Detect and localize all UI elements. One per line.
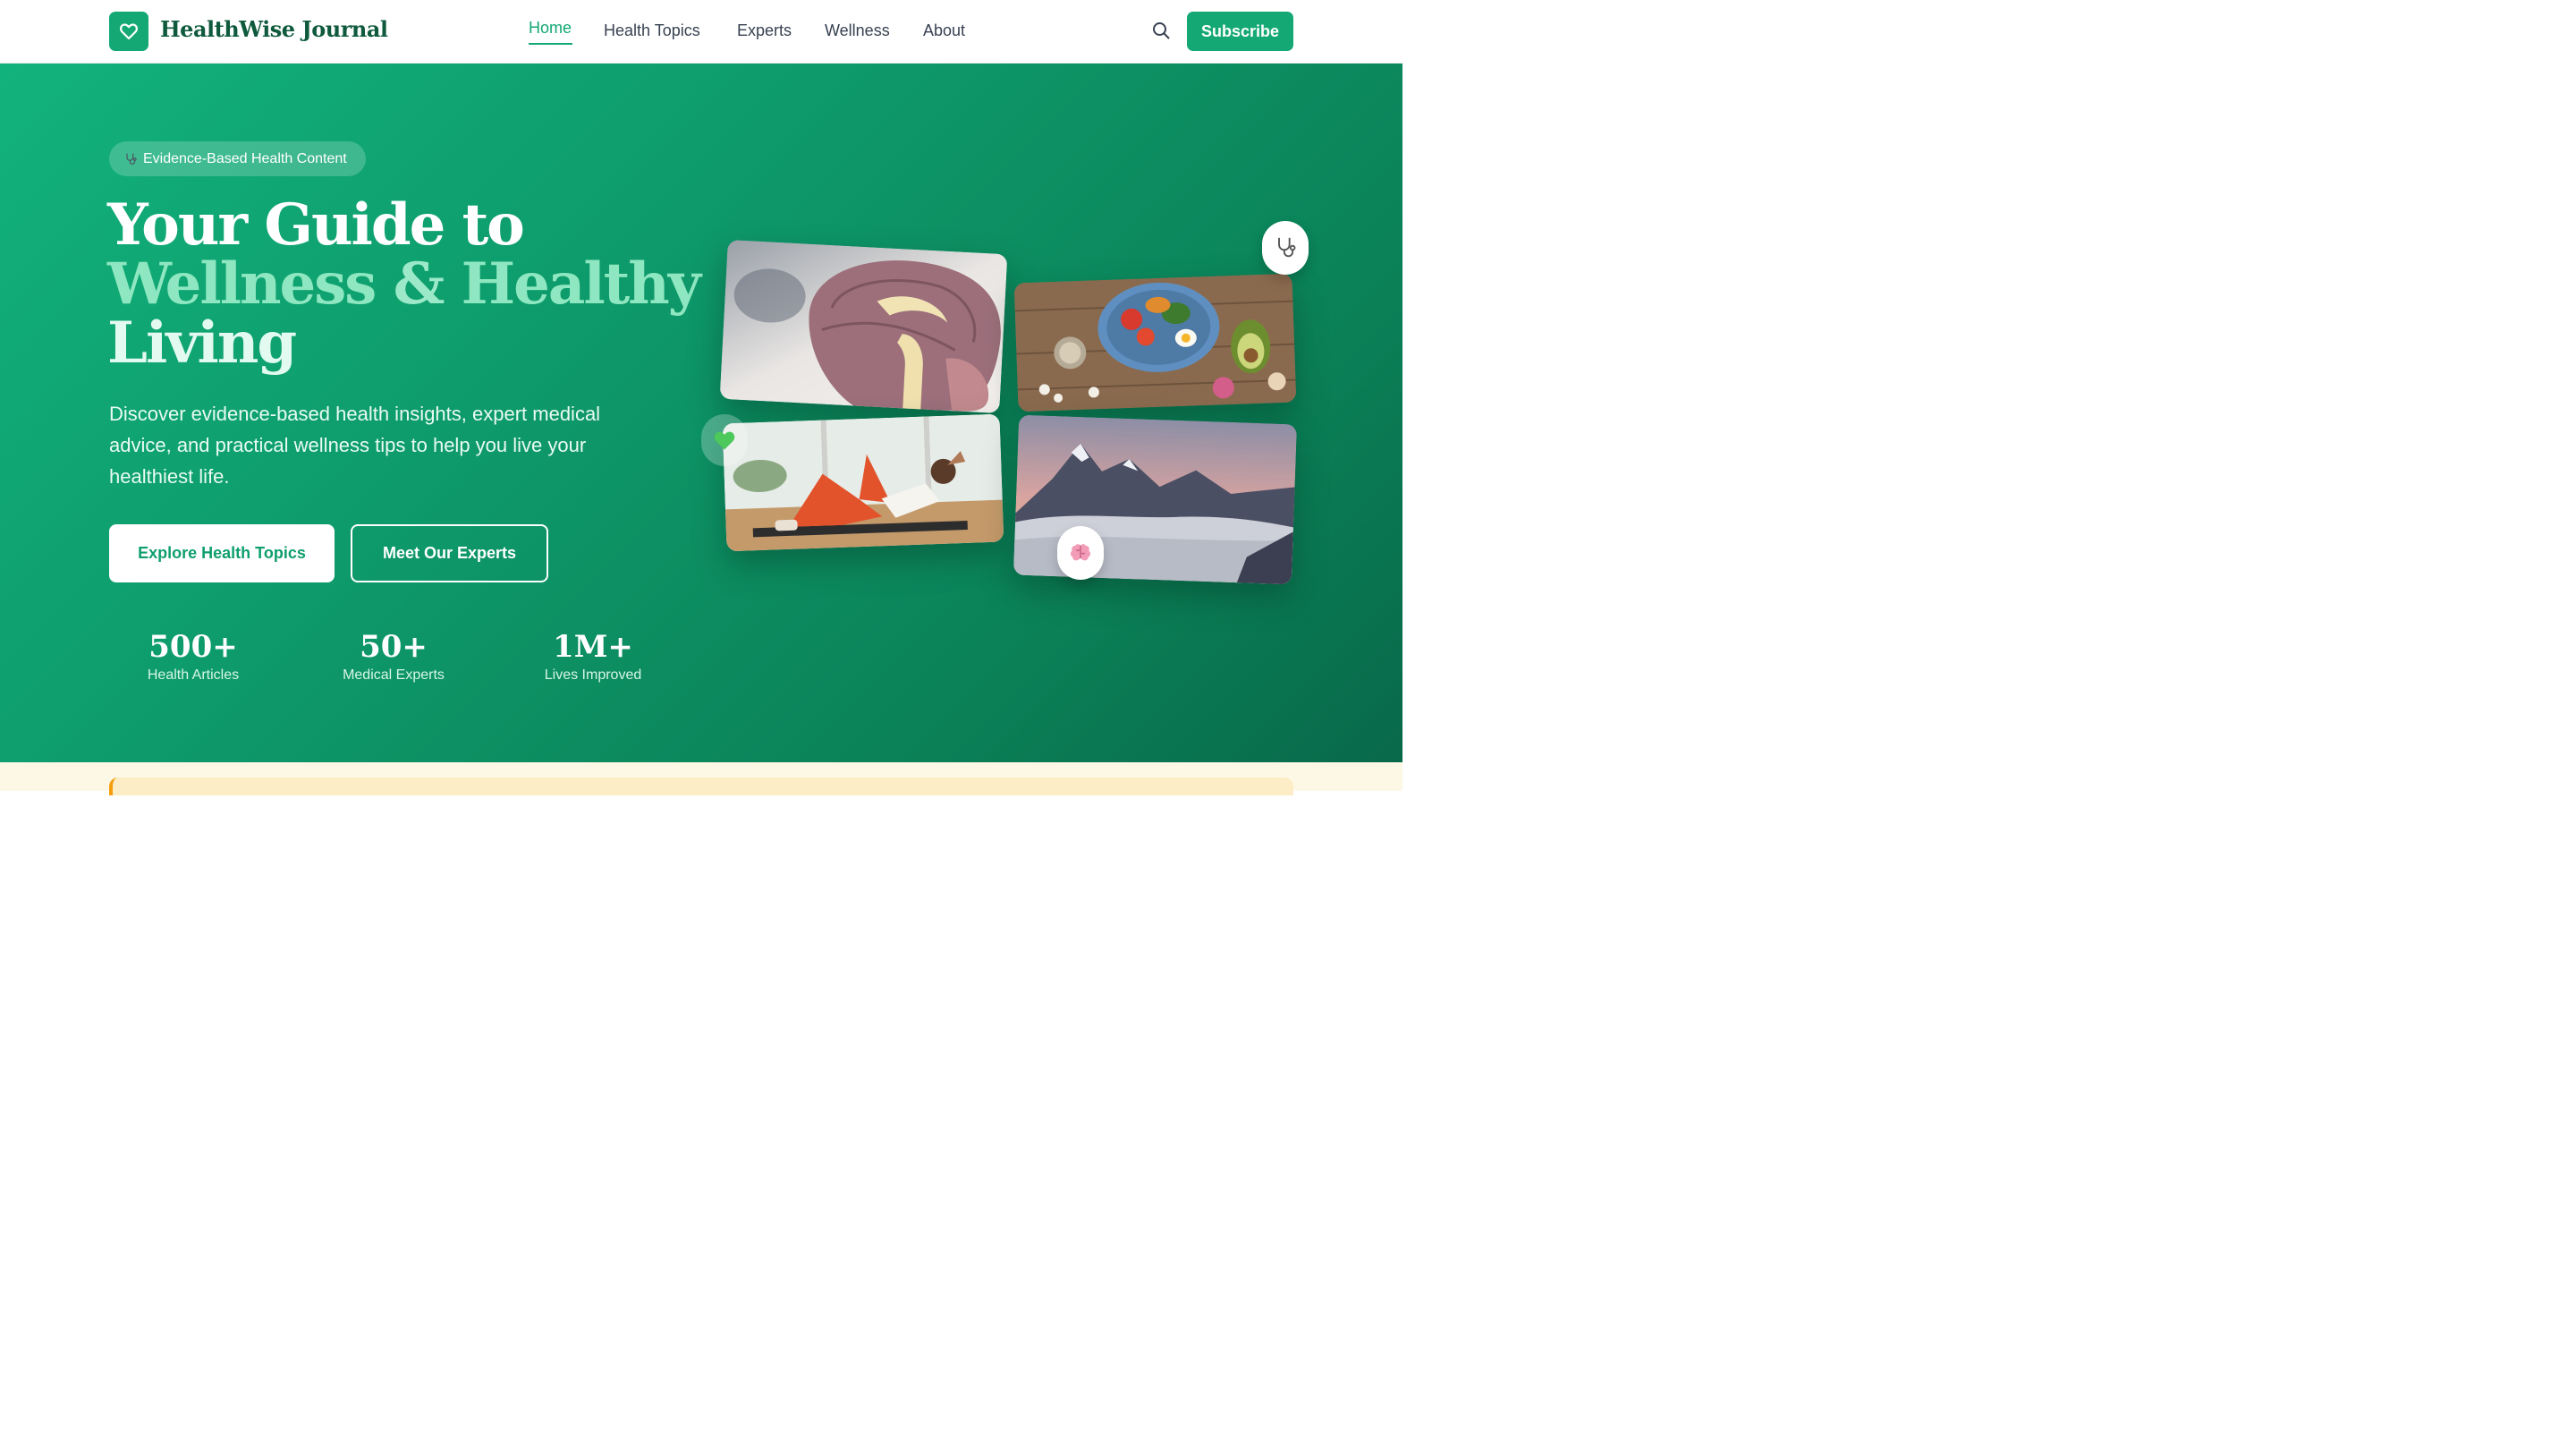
logo[interactable] bbox=[109, 12, 148, 51]
nav-about[interactable]: About bbox=[923, 21, 965, 40]
nav-wellness[interactable]: Wellness bbox=[825, 21, 890, 40]
site-header: HealthWise Journal Home Health Topics Ex… bbox=[0, 0, 1402, 64]
nav-experts[interactable]: Experts bbox=[737, 21, 792, 40]
brain-model-image bbox=[719, 239, 1008, 414]
brain-badge bbox=[1057, 526, 1104, 580]
notice-strip bbox=[0, 762, 1402, 795]
stethoscope-icon bbox=[1278, 237, 1296, 258]
stat-lives-improved: 1M+ Lives Improved bbox=[504, 627, 682, 684]
search-button[interactable] bbox=[1150, 20, 1172, 41]
nav-health-topics[interactable]: Health Topics bbox=[604, 21, 700, 40]
subscribe-button[interactable]: Subscribe bbox=[1187, 12, 1293, 51]
stat-health-articles: 500+ Health Articles bbox=[104, 627, 283, 684]
healthy-food-image bbox=[1013, 273, 1297, 412]
hero-title-line3: Living bbox=[107, 310, 297, 377]
stat-value: 50+ bbox=[360, 629, 428, 665]
hero-title-wellness: Wellness bbox=[107, 251, 377, 318]
explore-health-topics-button[interactable]: Explore Health Topics bbox=[109, 524, 335, 582]
content-badge: Evidence-Based Health Content bbox=[109, 141, 366, 176]
hero-section: Evidence-Based Health Content Your Guide… bbox=[0, 64, 1402, 762]
hero-title-amp: & bbox=[393, 251, 445, 318]
brand-name[interactable]: HealthWise Journal bbox=[160, 16, 388, 42]
hero-title: Your Guide to Wellness & Healthy Living bbox=[107, 196, 701, 377]
brain-icon bbox=[1070, 544, 1091, 561]
mountains-image bbox=[1013, 414, 1298, 585]
heart-badge bbox=[701, 414, 748, 466]
hero-title-line1: Your Guide to bbox=[107, 191, 525, 259]
active-nav-indicator bbox=[529, 43, 572, 45]
content-badge-label: Evidence-Based Health Content bbox=[143, 150, 347, 166]
stat-value: 500+ bbox=[148, 629, 238, 665]
nav-home[interactable]: Home bbox=[529, 19, 572, 38]
hero-title-healthy: Healthy bbox=[461, 251, 701, 318]
workout-image bbox=[722, 413, 1004, 552]
stat-label: Lives Improved bbox=[544, 667, 642, 683]
hero-title-line2: Wellness & Healthy bbox=[107, 255, 701, 314]
stat-label: Medical Experts bbox=[343, 667, 445, 683]
stat-medical-experts: 50+ Medical Experts bbox=[304, 627, 483, 684]
search-icon bbox=[1153, 22, 1170, 39]
hero-description: Discover evidence-based health insights,… bbox=[109, 403, 601, 488]
stat-label: Health Articles bbox=[147, 667, 240, 683]
meet-our-experts-button[interactable]: Meet Our Experts bbox=[351, 524, 548, 582]
green-heart-icon bbox=[714, 431, 735, 450]
notice-card bbox=[109, 777, 1293, 795]
heart-icon bbox=[120, 23, 138, 40]
stethoscope-icon bbox=[126, 152, 137, 165]
stethoscope-badge bbox=[1262, 221, 1309, 275]
stat-value: 1M+ bbox=[553, 629, 633, 665]
